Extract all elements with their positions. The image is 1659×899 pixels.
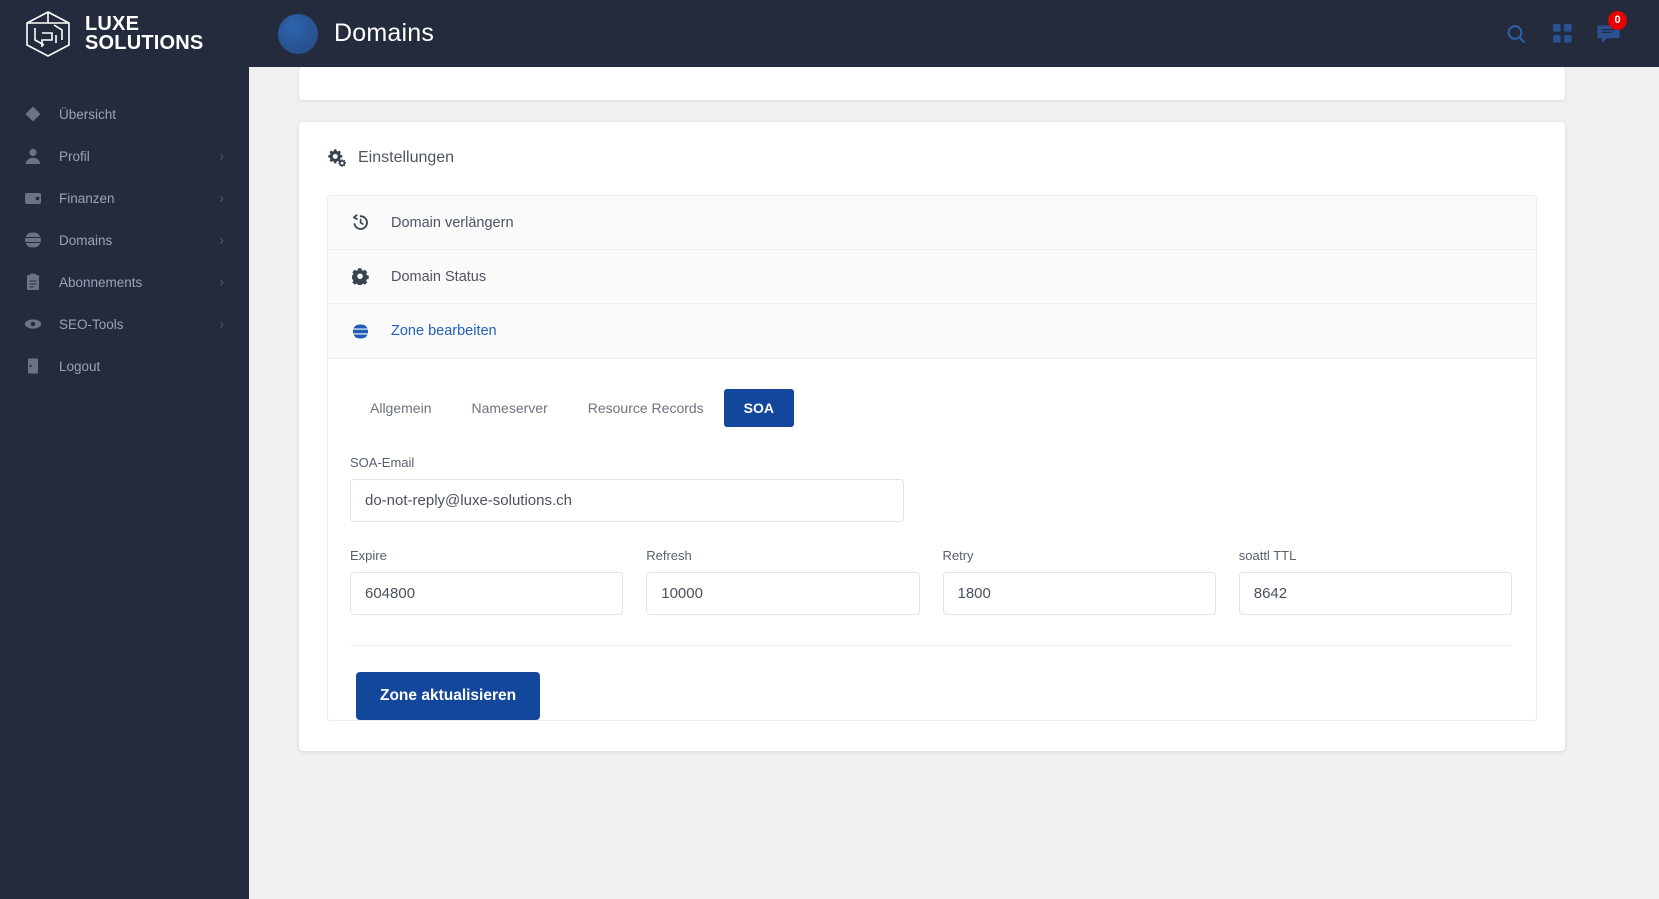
soa-form: SOA-Email Expire Refresh [328, 427, 1536, 615]
soattl-ttl-label: soattl TTL [1238, 548, 1297, 563]
expire-group: Expire [350, 548, 624, 615]
retry-label: Retry [942, 548, 974, 563]
history-clock-icon [350, 214, 370, 231]
previous-card-partial [299, 67, 1565, 100]
tab-resource-records[interactable]: Resource Records [568, 389, 724, 427]
settings-action-list: Domain verlängern Domain Status Zone bea… [328, 196, 1536, 359]
sidebar-item-label: Finanzen [59, 190, 115, 206]
sidebar: LUXE SOLUTIONS Übersicht Profil › Finanz… [0, 0, 249, 899]
list-item-label: Domain Status [391, 268, 487, 285]
expire-label: Expire [350, 548, 387, 563]
retry-input[interactable] [942, 572, 1216, 615]
sidebar-item-label: Abonnements [59, 274, 143, 290]
topbar-actions: 0 [1493, 10, 1659, 57]
list-item-label: Domain verlängern [391, 214, 514, 231]
globe-circle-icon [278, 13, 318, 54]
page-title: Domains [334, 19, 435, 47]
search-button[interactable] [1493, 11, 1539, 57]
sidebar-item-seo-tools[interactable]: SEO-Tools › [0, 303, 249, 345]
eye-icon [22, 313, 44, 335]
clipboard-icon [22, 271, 44, 293]
soa-email-input[interactable] [350, 479, 904, 522]
update-zone-button[interactable]: Zone aktualisieren [356, 672, 541, 720]
cogs-icon [327, 148, 346, 167]
retry-group: Retry [942, 548, 1216, 615]
brand[interactable]: LUXE SOLUTIONS [0, 0, 249, 67]
list-item-zone-bearbeiten[interactable]: Zone bearbeiten [328, 304, 1536, 358]
messages-badge: 0 [1608, 10, 1627, 30]
main-content: Einstellungen Domain verlängern Domain S… [249, 67, 1659, 899]
chevron-right-icon: › [219, 274, 225, 290]
soa-email-label: SOA-Email [350, 455, 415, 470]
zone-tabs: Allgemein Nameserver Resource Records SO… [328, 359, 1536, 427]
sidebar-item-domains[interactable]: Domains › [0, 219, 249, 261]
soattl-ttl-input[interactable] [1238, 572, 1512, 615]
cube-logo-icon [26, 10, 70, 57]
chevron-right-icon: › [219, 148, 225, 164]
sidebar-item-label: Domains [59, 232, 113, 248]
brand-line-1: LUXE [85, 12, 140, 35]
content-column: Einstellungen Domain verlängern Domain S… [299, 67, 1565, 751]
grid-apps-icon [1552, 24, 1572, 43]
brand-line-2: SOLUTIONS [85, 31, 204, 54]
wallet-icon [22, 187, 44, 209]
tab-soa[interactable]: SOA [723, 389, 795, 427]
sidebar-item-profil[interactable]: Profil › [0, 135, 249, 177]
settings-card: Einstellungen Domain verlängern Domain S… [299, 122, 1565, 751]
chevron-right-icon: › [219, 316, 225, 332]
globe-icon [350, 322, 370, 340]
sidebar-item-label: SEO-Tools [59, 316, 124, 332]
tab-allgemein[interactable]: Allgemein [350, 389, 451, 427]
list-item-label: Zone bearbeiten [391, 323, 497, 339]
refresh-group: Refresh [646, 548, 920, 615]
sidebar-item-label: Logout [59, 358, 101, 374]
messages-button[interactable]: 0 [1585, 10, 1631, 57]
gear-icon [350, 268, 370, 285]
settings-panel: Domain verlängern Domain Status Zone bea… [327, 195, 1537, 721]
soa-numeric-fields: Expire Refresh Retry [350, 548, 1512, 615]
app-root: LUXE SOLUTIONS Übersicht Profil › Finanz… [0, 0, 1659, 899]
topbar-inner: Domains 0 [249, 0, 1659, 67]
list-item-domain-verlaengern[interactable]: Domain verlängern [328, 196, 1536, 250]
sidebar-item-label: Profil [59, 148, 90, 164]
settings-card-header: Einstellungen [299, 122, 1565, 187]
logout-door-icon [22, 355, 44, 377]
apps-button[interactable] [1539, 11, 1585, 57]
expire-input[interactable] [350, 572, 624, 615]
tab-nameserver[interactable]: Nameserver [451, 389, 567, 427]
settings-card-title: Einstellungen [358, 148, 455, 166]
soattl-ttl-group: soattl TTL [1238, 548, 1512, 615]
refresh-input[interactable] [646, 572, 920, 615]
sidebar-item-abonnements[interactable]: Abonnements › [0, 261, 249, 303]
form-actions: Zone aktualisieren [328, 646, 1536, 720]
globe-icon [22, 229, 44, 251]
sidebar-item-finanzen[interactable]: Finanzen › [0, 177, 249, 219]
search-icon [1507, 24, 1525, 43]
sidebar-item-label: Übersicht [59, 106, 117, 122]
chevron-right-icon: › [219, 190, 225, 206]
chevron-right-icon: › [219, 232, 225, 248]
user-icon [22, 145, 44, 167]
refresh-label: Refresh [646, 548, 692, 563]
soa-email-group: SOA-Email [350, 455, 904, 522]
list-item-domain-status[interactable]: Domain Status [328, 250, 1536, 304]
brand-text: LUXE SOLUTIONS [85, 12, 204, 54]
sidebar-item-logout[interactable]: Logout [0, 345, 249, 387]
diamond-icon [22, 103, 44, 125]
sidebar-nav: Übersicht Profil › Finanzen › Domains › … [0, 67, 249, 387]
sidebar-item-ubersicht[interactable]: Übersicht [0, 93, 249, 135]
